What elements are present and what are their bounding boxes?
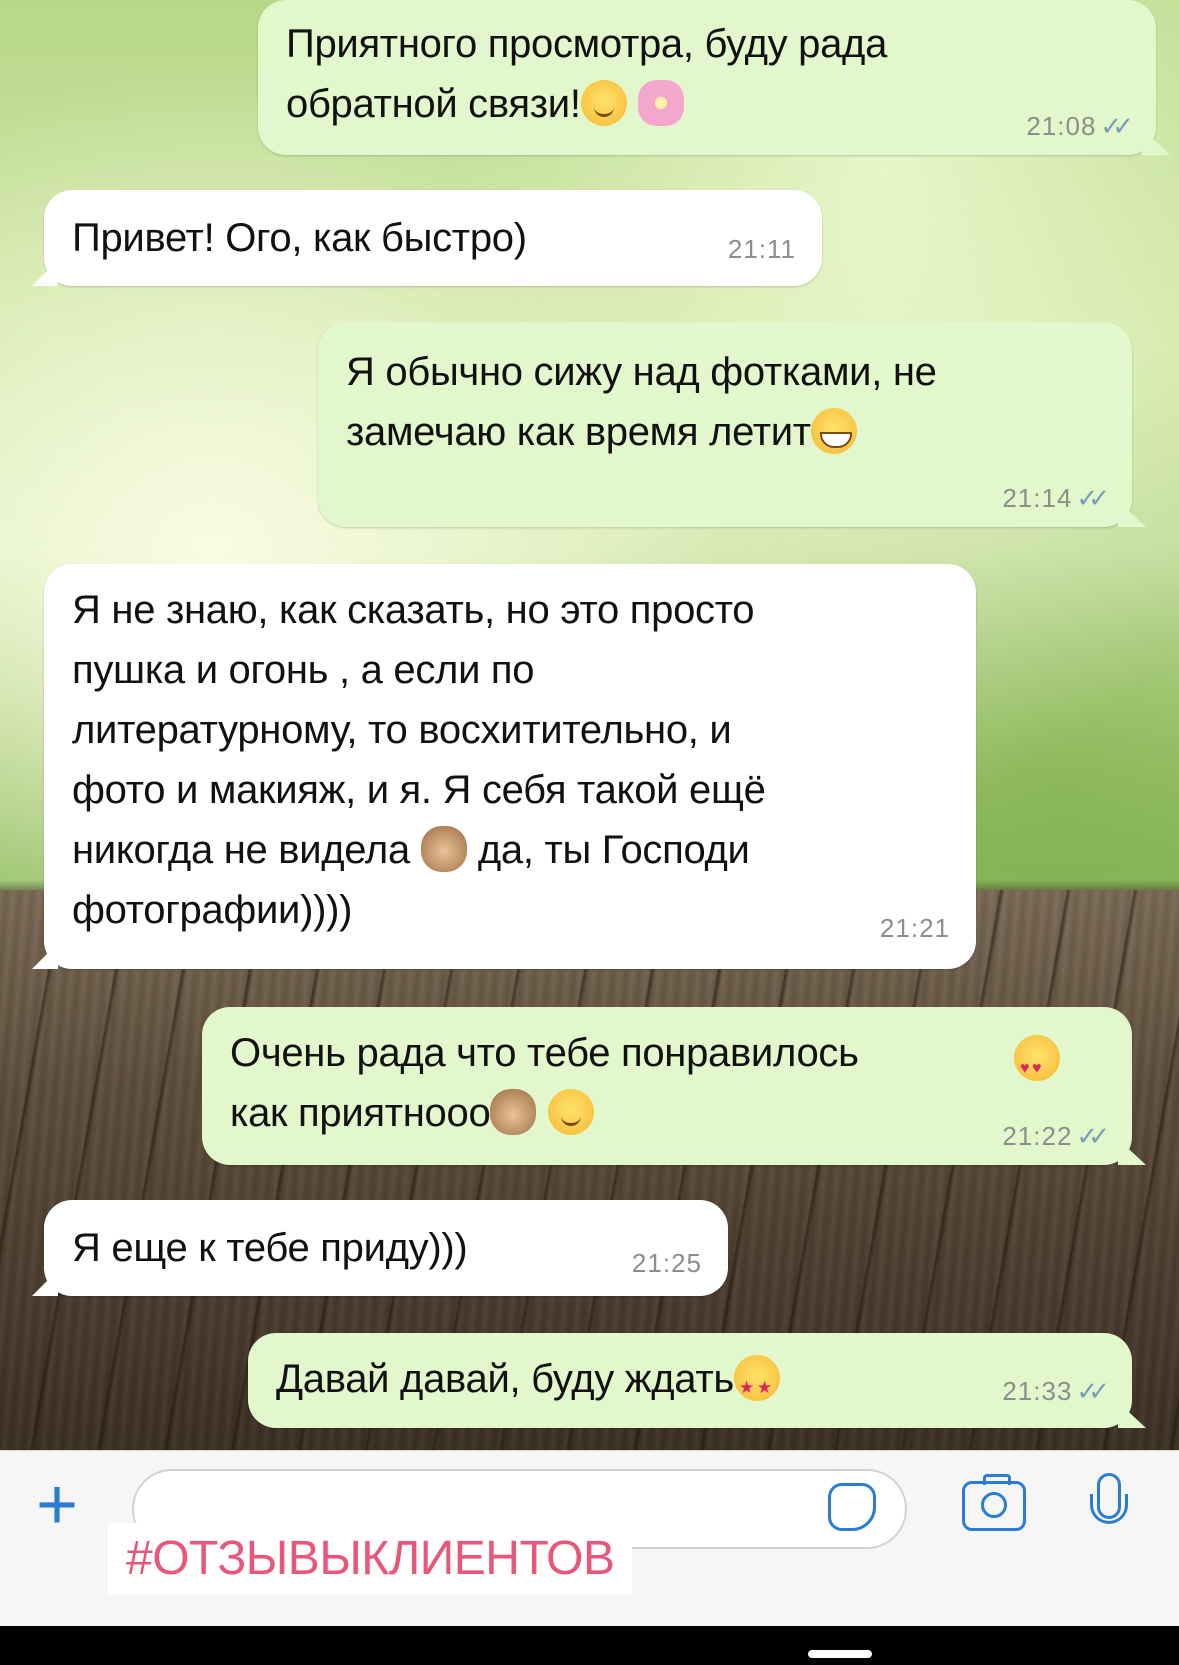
message-incoming[interactable]: Привет! Ого, как быстро) 21:11 xyxy=(32,190,822,286)
camera-icon[interactable] xyxy=(962,1474,1026,1531)
grin-icon xyxy=(810,408,857,454)
message-time: 21:11 xyxy=(727,234,796,264)
smile-blush-icon xyxy=(547,1089,594,1135)
message-text: Очень рада что тебе понравилось как прия… xyxy=(230,1031,859,1135)
sticker-icon[interactable] xyxy=(828,1483,876,1531)
message-time: 21:08 xyxy=(1026,111,1097,141)
message-meta: 21:22 ✓✓ xyxy=(1002,1121,1110,1151)
heart-eyes-icon xyxy=(1014,1035,1060,1099)
message-time: 21:21 xyxy=(879,913,950,943)
message-text: Давай давай, буду ждать xyxy=(276,1357,734,1401)
see-no-evil-monkey-icon xyxy=(490,1089,537,1135)
message-outgoing[interactable]: Давай давай, буду ждать 21:33 ✓✓ xyxy=(248,1333,1146,1428)
message-time: 21:22 xyxy=(1002,1121,1073,1151)
bubble-tail xyxy=(32,1270,58,1296)
read-ticks-icon: ✓✓ xyxy=(1100,111,1133,141)
message-outgoing[interactable]: Я обычно сижу над фотками, не замечаю ка… xyxy=(318,322,1146,527)
message-time: 21:14 xyxy=(1002,483,1073,513)
message-meta: 21:25 xyxy=(632,1248,702,1278)
home-indicator xyxy=(808,1650,872,1658)
plus-icon[interactable]: + xyxy=(36,1469,78,1541)
flower-icon xyxy=(637,80,684,126)
message-incoming[interactable]: Я не знаю, как сказать, но это просто пу… xyxy=(32,564,976,969)
hashtag-overlay: #ОТЗЫВЫКЛИЕНТОВ xyxy=(108,1523,633,1594)
message-incoming[interactable]: Я еще к тебе приду))) 21:25 xyxy=(32,1200,728,1296)
message-meta: 21:21 xyxy=(880,913,950,943)
chat-background: Приятного просмотра, буду рада обратной … xyxy=(0,0,1179,1450)
message-time: 21:25 xyxy=(631,1248,702,1278)
message-meta: 21:14 ✓✓ xyxy=(1002,483,1110,513)
message-meta: 21:11 xyxy=(728,234,796,264)
read-ticks-icon: ✓✓ xyxy=(1076,1376,1109,1406)
bubble-tail xyxy=(1142,129,1170,155)
message-text: Привет! Ого, как быстро) xyxy=(72,216,527,260)
message-text: Я еще к тебе приду))) xyxy=(72,1226,468,1270)
bubble-tail xyxy=(1118,501,1146,527)
smile-blush-icon xyxy=(580,80,627,126)
message-outgoing[interactable]: Приятного просмотра, буду рада обратной … xyxy=(258,0,1170,155)
star-struck-icon xyxy=(733,1355,780,1418)
see-no-evil-monkey-icon xyxy=(421,826,468,872)
bubble-tail xyxy=(32,943,58,969)
bubble-tail xyxy=(1118,1402,1146,1428)
composer-bar: + #ОТЗЫВЫКЛИЕНТОВ xyxy=(0,1450,1179,1626)
read-ticks-icon: ✓✓ xyxy=(1076,483,1109,513)
bubble-tail xyxy=(32,260,58,286)
bubble-tail xyxy=(1118,1139,1146,1165)
message-meta: 21:08 ✓✓ xyxy=(1026,111,1134,141)
message-time: 21:33 xyxy=(1002,1376,1073,1406)
read-ticks-icon: ✓✓ xyxy=(1076,1121,1109,1151)
microphone-icon[interactable] xyxy=(1090,1473,1128,1524)
message-meta: 21:33 ✓✓ xyxy=(1002,1376,1110,1406)
message-outgoing[interactable]: Очень рада что тебе понравилось как прия… xyxy=(202,1007,1146,1165)
